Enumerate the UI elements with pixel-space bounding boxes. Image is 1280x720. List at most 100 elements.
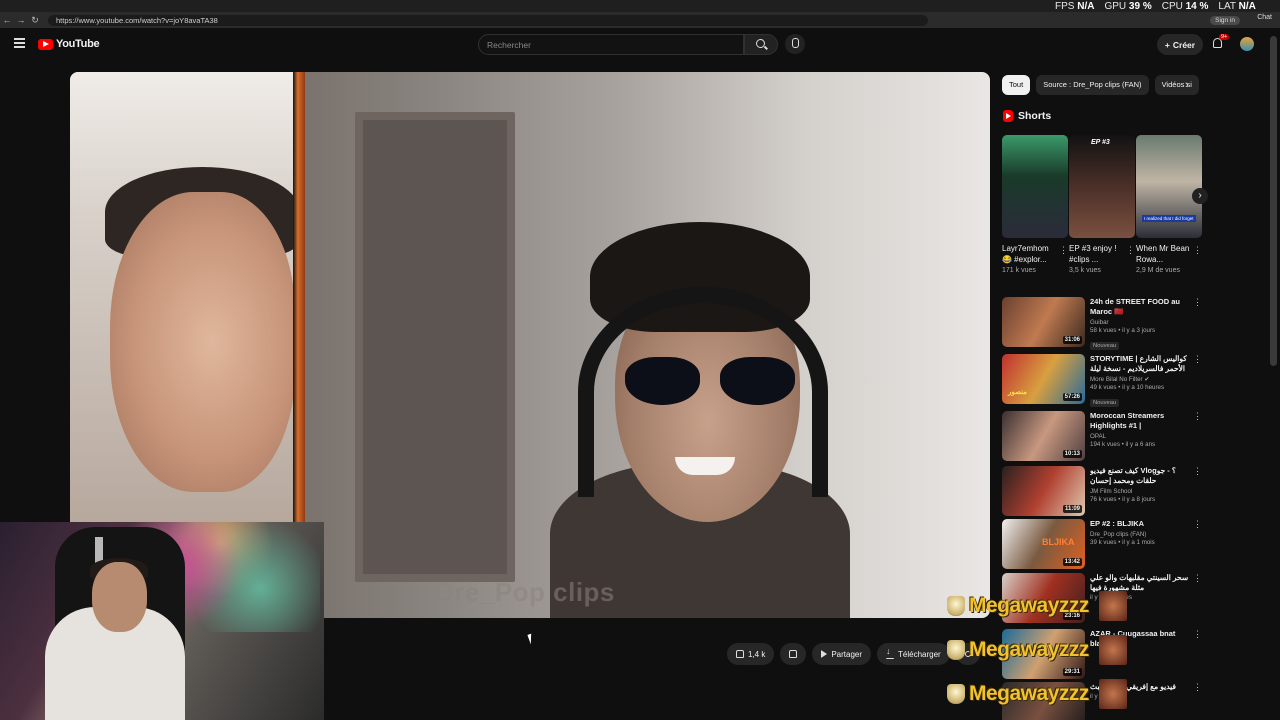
search-button[interactable] [744,34,778,55]
video-meta: 76 k vues • il y a 8 jours [1090,496,1156,503]
video-duration: 57:26 [1062,393,1082,401]
video-meta: 58 k vues • il y a 3 jours [1090,327,1156,334]
thumbnail-overlay-text: منصور [1008,389,1027,396]
chip-similar[interactable]: Vidéos si [1154,75,1199,95]
video-title[interactable]: 24h de STREET FOOD au Maroc 🇲🇦 [1090,297,1190,317]
mouse-cursor-icon [527,633,535,645]
short-thumbnail[interactable] [1002,135,1068,238]
video-thumbnail[interactable]: منصور 57:26 [1002,354,1085,404]
forward-icon[interactable]: → [14,15,28,25]
recommended-video[interactable]: 10:13 Moroccan Streamers Highlights #1 |… [1002,411,1202,461]
recommended-video[interactable]: 31:06 24h de STREET FOOD au Maroc 🇲🇦 Gui… [1002,297,1202,350]
video-duration: 11:09 [1062,505,1082,513]
download-label: Télécharger [898,649,941,659]
alert-avatar [1098,591,1127,621]
more-options-icon[interactable]: ⋮ [1193,354,1202,365]
download-button[interactable]: Télécharger [877,643,950,665]
sign-in-button[interactable]: Sign in [1210,15,1240,25]
channel-name[interactable]: Dre_Pop clips (FAN) [1090,531,1190,538]
recommended-video[interactable]: 11:09 كيف تصنع فيديو Vlog؟ - جو حلقات وم… [1002,466,1202,516]
video-watermark: Dre_Pop clips [435,577,615,607]
left-camera-feed [70,72,300,522]
notifications-icon[interactable]: 9+ [1213,34,1230,50]
video-duration: 13:42 [1062,558,1082,566]
new-badge: Nouveau [1090,342,1120,350]
chat-button[interactable]: Chat [1257,14,1272,21]
alert-avatar [1098,635,1127,665]
search-input[interactable]: Rechercher [478,34,744,55]
share-button[interactable]: Partager [812,643,872,665]
alert-item: Megawayzzz [947,672,1137,716]
browser-address-bar: ← → ↻ https://www.youtube.com/watch?v=jo… [0,12,1280,28]
video-title[interactable]: EP #2 : BLJIKA [1090,519,1190,529]
more-options-icon[interactable]: ⋮ [1193,682,1202,693]
notification-badge: 9+ [1219,34,1230,40]
shorts-next-icon[interactable]: › [1192,188,1208,204]
chip-all[interactable]: Tout [1002,75,1031,95]
youtube-logo[interactable]: YouTube [38,38,100,50]
more-options-icon[interactable]: ⋮ [1059,245,1068,256]
back-icon[interactable]: ← [0,15,14,25]
more-options-icon[interactable]: ⋮ [1193,245,1202,256]
short-thumbnail[interactable]: I realized that I did forget [1136,135,1202,238]
more-options-icon[interactable]: ⋮ [1193,411,1202,422]
gpu-stat: GPU 39 % [1104,1,1152,12]
video-thumbnail[interactable]: 11:09 [1002,466,1085,516]
chip-source[interactable]: Source : Dre_Pop clips (FAN) [1036,75,1149,95]
channel-name[interactable]: OPAL [1090,433,1190,440]
like-button[interactable]: 1,4 k [727,643,775,665]
recommended-video[interactable]: BLJIKA 13:42 EP #2 : BLJIKA Dre_Pop clip… [1002,519,1202,569]
short-item[interactable]: EP #3 EP #3 enjoy ! #clips ... 3,5 k vue… [1069,135,1135,274]
shorts-title: Shorts [1018,110,1052,122]
like-count: 1,4 k [748,649,766,659]
more-options-icon[interactable]: ⋮ [1193,629,1202,640]
short-overlay-text: EP #3 [1091,139,1110,146]
video-duration: 31:06 [1062,336,1082,344]
alert-item: Megawayzzz [947,628,1137,672]
performance-overlay: FPS N/A GPU 39 % CPU 14 % LAT N/A [1055,1,1256,12]
alert-item: Megawayzzz [947,584,1137,628]
video-meta: 49 k vues • il y a 10 heures [1090,384,1165,391]
video-title[interactable]: STORYTIME | كواليس الشارع الأحمر فالسريل… [1090,354,1190,374]
left-person-face [110,192,295,492]
filter-chips: Tout Source : Dre_Pop clips (FAN) Vidéos… [1002,75,1199,95]
popcorn-icon [947,640,965,660]
account-avatar[interactable] [1240,37,1254,51]
reload-icon[interactable]: ↻ [28,15,42,26]
short-thumbnail[interactable]: EP #3 [1069,135,1135,238]
voice-search-icon[interactable] [785,34,805,54]
more-options-icon[interactable]: ⋮ [1193,573,1202,584]
search-icon [756,39,765,48]
chevron-right-icon[interactable]: › [1185,79,1189,91]
menu-icon[interactable] [14,38,25,48]
video-thumbnail[interactable]: 10:13 [1002,411,1085,461]
dislike-button[interactable] [780,643,807,665]
short-item[interactable]: Layr7emhom 😂 #explor... 171 k vues ⋮ [1002,135,1068,274]
channel-name[interactable]: More Bilal No Filter ✔ [1090,376,1190,383]
short-views: 171 k vues [1002,267,1036,274]
popcorn-icon [947,596,965,616]
channel-name[interactable]: JM Film School [1090,488,1190,495]
shorts-icon [1003,110,1013,122]
share-icon [821,650,828,658]
page-scrollbar[interactable] [1270,36,1277,366]
fps-stat: FPS N/A [1055,1,1095,12]
video-thumbnail[interactable]: 31:06 [1002,297,1085,347]
more-options-icon[interactable]: ⋮ [1193,297,1202,308]
video-title[interactable]: Moroccan Streamers Highlights #1 | Vodka… [1090,411,1190,431]
thumbs-down-icon [789,650,798,658]
more-options-icon[interactable]: ⋮ [1193,466,1202,477]
more-options-icon[interactable]: ⋮ [1126,245,1135,256]
popcorn-icon [947,684,965,704]
url-field[interactable]: https://www.youtube.com/watch?v=joY8avaT… [48,14,928,26]
more-options-icon[interactable]: ⋮ [1193,519,1202,530]
video-thumbnail[interactable]: BLJIKA 13:42 [1002,519,1085,569]
short-views: 2,9 M de vues [1136,267,1180,274]
alert-username: Megawayzzz [969,594,1089,617]
short-item[interactable]: I realized that I did forget When Mr Bea… [1136,135,1202,274]
channel-name[interactable]: Guibar [1090,319,1190,326]
recommended-video[interactable]: منصور 57:26 STORYTIME | كواليس الشارع ال… [1002,354,1202,407]
create-button[interactable]: + Créer [1157,34,1203,55]
video-title[interactable]: كيف تصنع فيديو Vlog؟ - جو حلقات ومحمد إح… [1090,466,1190,486]
alert-username: Megawayzzz [969,682,1089,705]
